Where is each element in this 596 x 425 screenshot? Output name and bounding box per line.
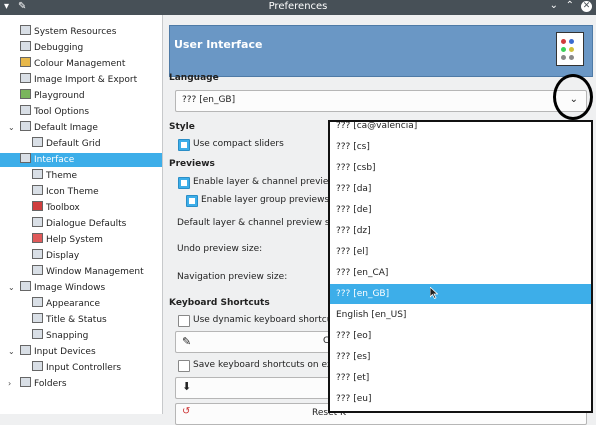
window-icon bbox=[32, 265, 43, 275]
sidebar-item-colour-management[interactable]: Colour Management bbox=[20, 57, 125, 71]
interface-dialog-icon bbox=[556, 32, 584, 66]
folder-icon bbox=[20, 377, 31, 387]
reset-icon: ↺ bbox=[182, 406, 191, 417]
expand-arrow-icon[interactable]: › bbox=[8, 379, 11, 388]
download-icon: ⬇ bbox=[182, 380, 192, 393]
sidebar-item-default-grid[interactable]: Default Grid bbox=[32, 137, 101, 151]
appearance-icon bbox=[32, 297, 43, 307]
layer-group-previews-checkbox[interactable] bbox=[186, 195, 198, 207]
language-option[interactable]: ??? [de] bbox=[330, 200, 591, 220]
image-icon bbox=[20, 121, 31, 131]
language-option[interactable]: ??? [eu] bbox=[330, 389, 591, 409]
default-preview-size-label: Default layer & channel preview size: bbox=[177, 218, 346, 228]
sidebar-item-system-resources[interactable]: System Resources bbox=[20, 25, 116, 39]
language-select-value: ??? [en_GB] bbox=[182, 95, 236, 105]
minimize-icon[interactable]: ⌄ bbox=[550, 0, 558, 11]
tool-options-icon bbox=[20, 105, 31, 115]
sidebar-item-interface[interactable]: Interface bbox=[0, 153, 162, 167]
compact-sliders-checkbox[interactable] bbox=[178, 139, 190, 151]
sidebar-item-title-status[interactable]: Title & Status bbox=[32, 313, 107, 327]
collapse-arrow-icon[interactable]: ⌄ bbox=[8, 283, 15, 292]
import-icon bbox=[20, 73, 31, 83]
collapse-arrow-icon[interactable]: ⌄ bbox=[8, 123, 15, 132]
window-title: Preferences bbox=[268, 1, 328, 12]
sidebar-item-theme[interactable]: Theme bbox=[32, 169, 77, 183]
input-devices-icon bbox=[20, 345, 31, 355]
language-option[interactable]: ??? [es] bbox=[330, 347, 591, 367]
image-windows-icon bbox=[20, 281, 31, 291]
language-option[interactable]: English [en_US] bbox=[330, 305, 591, 325]
annotation-circle bbox=[553, 74, 593, 120]
wrench-icon: ✎ bbox=[182, 335, 192, 348]
maximize-icon[interactable]: ⌃ bbox=[566, 0, 574, 11]
language-option-highlighted[interactable]: ??? [en_GB] bbox=[330, 284, 591, 304]
sidebar-item-playground[interactable]: Playground bbox=[20, 89, 85, 103]
language-option[interactable]: ??? [ca@valencia] bbox=[330, 122, 591, 136]
language-section-title: Language bbox=[169, 73, 219, 83]
language-option[interactable]: ??? [el] bbox=[330, 242, 591, 262]
display-icon bbox=[32, 249, 43, 259]
sidebar-item-input-controllers[interactable]: Input Controllers bbox=[32, 361, 121, 375]
title-bar: ▾ ✎ Preferences ⌄ ⌃ ✕ bbox=[0, 0, 596, 15]
sidebar-item-folders[interactable]: Folders bbox=[20, 377, 67, 391]
sidebar-item-display[interactable]: Display bbox=[32, 249, 79, 263]
dynamic-shortcuts-checkbox[interactable] bbox=[178, 315, 190, 327]
controller-icon bbox=[32, 361, 43, 371]
sidebar-item-image-windows[interactable]: Image Windows bbox=[20, 281, 105, 295]
dialogue-icon bbox=[32, 217, 43, 227]
chip-icon bbox=[20, 25, 31, 35]
language-option[interactable]: ??? [cs] bbox=[330, 137, 591, 157]
preferences-tree: System Resources Debugging Colour Manage… bbox=[0, 15, 163, 414]
sidebar-item-icon-theme[interactable]: Icon Theme bbox=[32, 185, 99, 199]
palette-icon bbox=[20, 57, 31, 67]
language-option[interactable]: ??? [en_CA] bbox=[330, 263, 591, 283]
language-option[interactable]: ??? [dz] bbox=[330, 221, 591, 241]
collapse-arrow-icon[interactable]: ⌄ bbox=[8, 347, 15, 356]
title-status-icon bbox=[32, 313, 43, 323]
language-option[interactable]: ??? [eo] bbox=[330, 326, 591, 346]
sidebar-item-debugging[interactable]: Debugging bbox=[20, 41, 83, 55]
sidebar-item-default-image[interactable]: Default Image bbox=[20, 121, 98, 135]
language-option[interactable]: ??? [da] bbox=[330, 179, 591, 199]
sidebar-item-snapping[interactable]: Snapping bbox=[32, 329, 88, 343]
undo-preview-size-label: Undo preview size: bbox=[177, 244, 263, 254]
layer-channel-previews-label: Enable layer & channel previews bbox=[193, 177, 341, 187]
close-icon[interactable]: ✕ bbox=[581, 1, 592, 12]
sidebar-item-image-import-export[interactable]: Image Import & Export bbox=[20, 73, 137, 87]
language-select[interactable]: ??? [en_GB] ⌄ bbox=[175, 90, 587, 112]
toolbox-icon bbox=[32, 201, 43, 211]
compact-sliders-label: Use compact sliders bbox=[193, 139, 284, 149]
dynamic-shortcuts-label: Use dynamic keyboard shortcuts bbox=[193, 315, 341, 325]
layer-group-previews-label: Enable layer group previews bbox=[201, 195, 330, 205]
layer-channel-previews-checkbox[interactable] bbox=[178, 177, 190, 189]
theme-icon bbox=[32, 169, 43, 179]
language-dropdown-list: ??? [ca@valencia] ??? [cs] ??? [csb] ???… bbox=[328, 120, 593, 413]
navigation-preview-size-label: Navigation preview size: bbox=[177, 272, 288, 282]
sidebar-item-input-devices[interactable]: Input Devices bbox=[20, 345, 96, 359]
page-title: User Interface bbox=[174, 38, 263, 51]
shortcuts-section-title: Keyboard Shortcuts bbox=[169, 298, 270, 308]
save-on-exit-label: Save keyboard shortcuts on exit bbox=[193, 360, 339, 370]
section-header: User Interface bbox=[169, 25, 593, 77]
sidebar-item-tool-options[interactable]: Tool Options bbox=[20, 105, 89, 119]
interface-icon bbox=[20, 153, 31, 163]
icon-theme-icon bbox=[32, 185, 43, 195]
sidebar-item-window-management[interactable]: Window Management bbox=[32, 265, 144, 279]
mouse-cursor-icon bbox=[430, 287, 438, 299]
language-option[interactable]: ??? [et] bbox=[330, 368, 591, 388]
sidebar-item-help-system[interactable]: Help System bbox=[32, 233, 103, 247]
sidebar-item-appearance[interactable]: Appearance bbox=[32, 297, 100, 311]
grid-icon bbox=[32, 137, 43, 147]
previews-section-title: Previews bbox=[169, 159, 215, 169]
sidebar-item-toolbox[interactable]: Toolbox bbox=[32, 201, 80, 215]
save-on-exit-checkbox[interactable] bbox=[178, 360, 190, 372]
sidebar-item-dialogue-defaults[interactable]: Dialogue Defaults bbox=[32, 217, 126, 231]
snapping-icon bbox=[32, 329, 43, 339]
style-section-title: Style bbox=[169, 122, 195, 132]
playground-icon bbox=[20, 89, 31, 99]
help-icon bbox=[32, 233, 43, 243]
bug-icon bbox=[20, 41, 31, 51]
language-option[interactable]: ??? [csb] bbox=[330, 158, 591, 178]
